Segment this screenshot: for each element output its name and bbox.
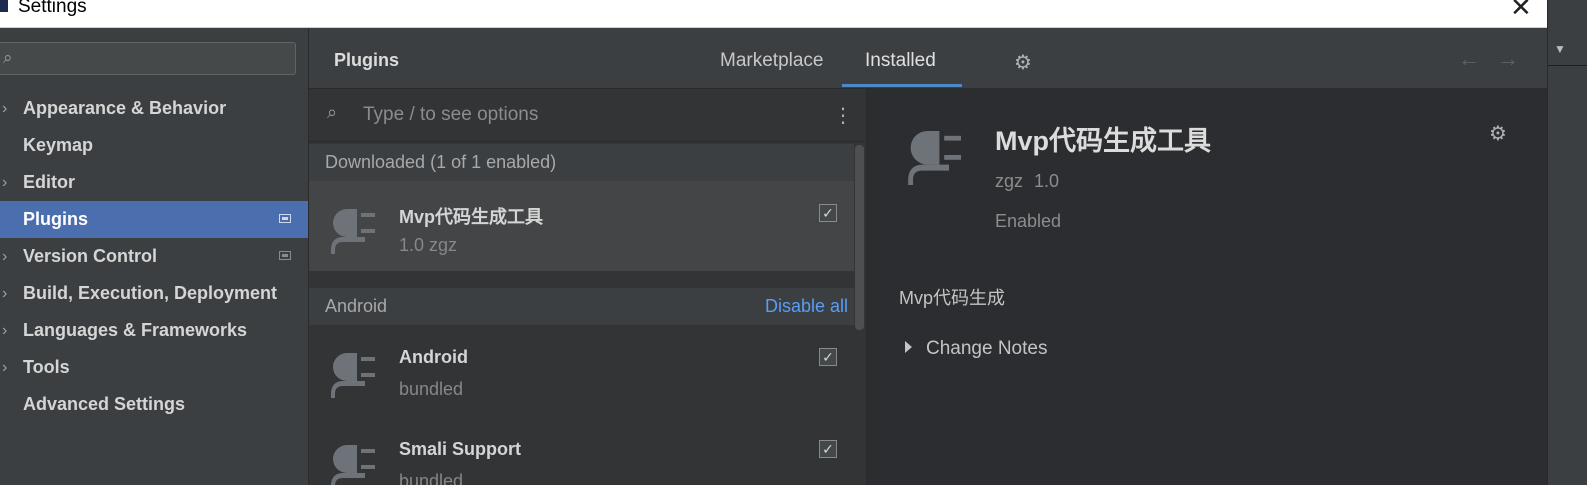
- plugin-icon: [331, 445, 375, 485]
- plugin-gear-icon[interactable]: ⚙: [1489, 121, 1507, 146]
- sidebar-item-version-control[interactable]: › Version Control: [0, 238, 308, 275]
- app-icon: [0, 0, 8, 12]
- plugin-meta: 1.0 zgz: [399, 235, 458, 255]
- chevron-right-icon[interactable]: ›: [2, 90, 7, 127]
- sidebar-item-label: Appearance & Behavior: [23, 98, 227, 118]
- sidebar-item-keymap[interactable]: Keymap: [0, 127, 308, 164]
- group-title: Downloaded (1 of 1 enabled): [325, 152, 557, 172]
- plugin-icon: [908, 131, 961, 185]
- forward-arrow-icon[interactable]: →: [1497, 46, 1519, 72]
- list-scrollbar[interactable]: [855, 145, 864, 330]
- plugin-name: Android: [399, 347, 468, 367]
- sidebar-item-editor[interactable]: › Editor: [0, 164, 308, 201]
- back-arrow-icon[interactable]: ←: [1458, 46, 1480, 72]
- gear-icon[interactable]: ⚙: [1014, 50, 1032, 75]
- sidebar-item-label: Advanced Settings: [23, 394, 186, 414]
- plugin-name: Smali Support: [399, 439, 522, 459]
- plugin-status: Enabled: [995, 211, 1062, 231]
- plugin-detail-meta: zgz 1.0: [995, 171, 1059, 192]
- sidebar-item-build-execution-deployment[interactable]: › Build, Execution, Deployment: [0, 275, 308, 312]
- change-notes-toggle[interactable]: Change Notes: [905, 338, 1047, 360]
- plugin-vendor: zgz: [995, 171, 1024, 191]
- active-tab-indicator: [842, 84, 962, 87]
- chevron-right-icon[interactable]: ›: [2, 164, 7, 201]
- sidebar-item-label: Editor: [23, 172, 75, 192]
- plugin-version: 1.0: [1034, 171, 1060, 191]
- plugin-description: Mvp代码生成: [899, 288, 1006, 308]
- search-icon: ⌕: [3, 48, 13, 67]
- sidebar-item-label: Tools: [23, 357, 70, 377]
- page-title: Plugins: [334, 50, 400, 70]
- sidebar-item-label: Plugins: [23, 209, 89, 229]
- search-placeholder: Type / to see options: [363, 104, 539, 125]
- group-title: Android: [325, 296, 388, 316]
- sidebar-item-label: Languages & Frameworks: [23, 320, 248, 340]
- plugin-name: Mvp代码生成工具: [399, 207, 543, 227]
- sidebar-item-appearance-behavior[interactable]: › Appearance & Behavior: [0, 90, 308, 127]
- chevron-right-icon[interactable]: ›: [2, 238, 7, 275]
- plugin-search-input[interactable]: ⌕ Type / to see options ⋮: [309, 89, 866, 142]
- sidebar-search-input[interactable]: ⌕: [0, 42, 296, 75]
- sidebar-item-advanced-settings[interactable]: Advanced Settings: [0, 386, 308, 423]
- dropdown-arrow-icon: ▼: [1554, 42, 1566, 56]
- change-notes-label: Change Notes: [926, 338, 1048, 359]
- sidebar-item-label: Build, Execution, Deployment: [23, 283, 278, 303]
- window-titlebar: Settings ✕: [0, 0, 1547, 28]
- group-header-downloaded: Downloaded (1 of 1 enabled): [309, 144, 854, 181]
- plugin-row-android[interactable]: Android bundled ✓: [309, 325, 854, 415]
- plugin-enabled-checkbox[interactable]: ✓: [819, 348, 837, 366]
- plugin-row-smali[interactable]: Smali Support bundled ✓: [309, 417, 854, 485]
- chevron-right-icon[interactable]: ›: [2, 275, 7, 312]
- disable-all-link[interactable]: Disable all: [765, 288, 848, 325]
- chevron-right-icon[interactable]: ›: [2, 349, 7, 386]
- plugin-detail-name: Mvp代码生成工具: [995, 126, 1211, 156]
- expand-triangle-icon: [905, 341, 912, 353]
- plugin-enabled-checkbox[interactable]: ✓: [819, 440, 837, 458]
- settings-sidebar: ⌕ › Appearance & Behavior Keymap › Editor Plu…: [0, 28, 309, 485]
- background-window-strip: ▼: [1547, 0, 1587, 485]
- plugin-enabled-checkbox[interactable]: ✓: [819, 204, 837, 222]
- plugins-header: Plugins Marketplace Installed ⚙ ← →: [309, 28, 1547, 89]
- project-scope-icon: [279, 251, 291, 260]
- sidebar-item-label: Keymap: [23, 135, 94, 155]
- window-title: Settings: [18, 0, 87, 17]
- plugin-list: ⌕ Type / to see options ⋮ Downloaded (1 …: [309, 89, 867, 485]
- sidebar-item-tools[interactable]: › Tools: [0, 349, 308, 386]
- chevron-right-icon[interactable]: ›: [2, 312, 7, 349]
- tab-marketplace[interactable]: Marketplace: [720, 50, 824, 72]
- plugin-meta: bundled: [399, 379, 464, 399]
- tab-installed[interactable]: Installed: [865, 50, 936, 72]
- more-options-icon[interactable]: ⋮: [833, 103, 853, 128]
- plugin-meta: bundled: [399, 471, 464, 485]
- group-header-android: Android Disable all: [309, 288, 854, 325]
- sidebar-item-languages-frameworks[interactable]: › Languages & Frameworks: [0, 312, 308, 349]
- project-scope-icon: [279, 214, 291, 223]
- sidebar-item-plugins[interactable]: Plugins: [0, 201, 308, 238]
- close-icon[interactable]: ✕: [1510, 0, 1532, 20]
- plugin-icon: [331, 353, 375, 398]
- search-icon: ⌕: [327, 102, 338, 122]
- plugin-icon: [331, 209, 375, 254]
- plugin-detail: Mvp代码生成工具 zgz 1.0 Enabled ⚙ Mvp代码生成 Chan…: [867, 89, 1547, 485]
- plugin-row-mvp[interactable]: Mvp代码生成工具 1.0 zgz ✓: [309, 181, 854, 271]
- sidebar-item-label: Version Control: [23, 246, 158, 266]
